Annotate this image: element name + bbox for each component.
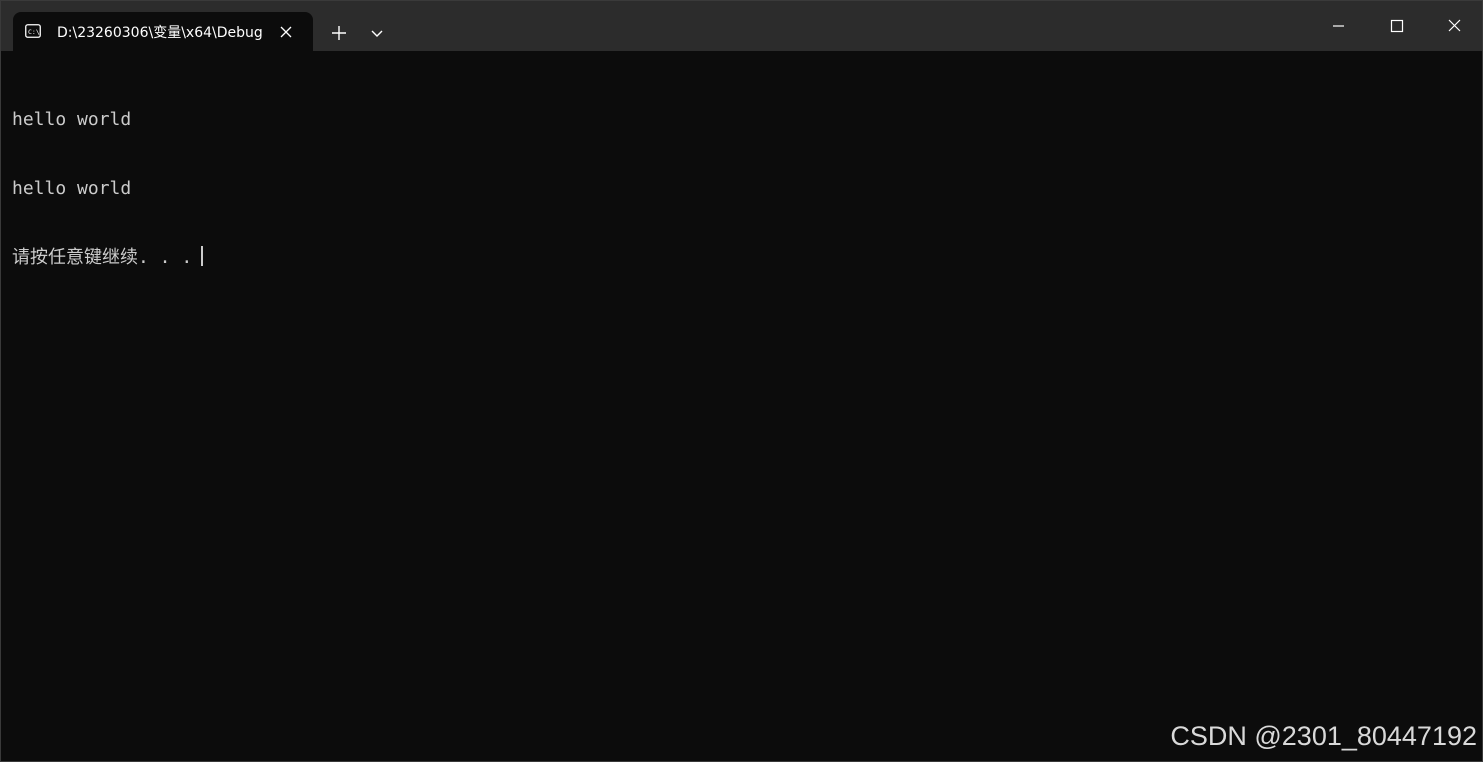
terminal-output[interactable]: hello world hello world 请按任意键继续. . . — [12, 62, 204, 315]
tab-title: D:\23260306\变量\x64\Debug\变量.exe — [57, 25, 262, 41]
minimize-icon — [1333, 25, 1344, 27]
terminal-line-text: 请按任意键继续. . . — [12, 247, 193, 268]
terminal-line: hello world — [12, 178, 132, 199]
terminal-app-icon: C:\ — [25, 23, 41, 39]
maximize-button[interactable] — [1367, 1, 1425, 51]
terminal-line-prompt: 请按任意键继续. . . — [12, 246, 204, 269]
close-button[interactable] — [1425, 1, 1483, 51]
close-icon — [1448, 19, 1461, 32]
plus-icon — [332, 26, 346, 40]
chevron-down-icon — [371, 30, 383, 37]
tab-dropdown-button[interactable] — [365, 21, 389, 45]
title-bar[interactable]: C:\ D:\23260306\变量\x64\Debug\变量.exe — [1, 1, 1482, 51]
new-tab-button[interactable] — [327, 21, 351, 45]
text-cursor — [201, 246, 204, 266]
watermark: CSDN @2301_80447192 — [1170, 721, 1477, 751]
svg-text:C:\: C:\ — [28, 28, 40, 36]
terminal-window: C:\ D:\23260306\变量\x64\Debug\变量.exe — [0, 0, 1483, 762]
tab-close-icon[interactable] — [276, 22, 296, 42]
terminal-line: hello world — [12, 109, 132, 130]
minimize-button[interactable] — [1309, 1, 1367, 51]
maximize-icon — [1390, 19, 1404, 33]
tab-active[interactable]: C:\ D:\23260306\变量\x64\Debug\变量.exe — [13, 12, 313, 51]
